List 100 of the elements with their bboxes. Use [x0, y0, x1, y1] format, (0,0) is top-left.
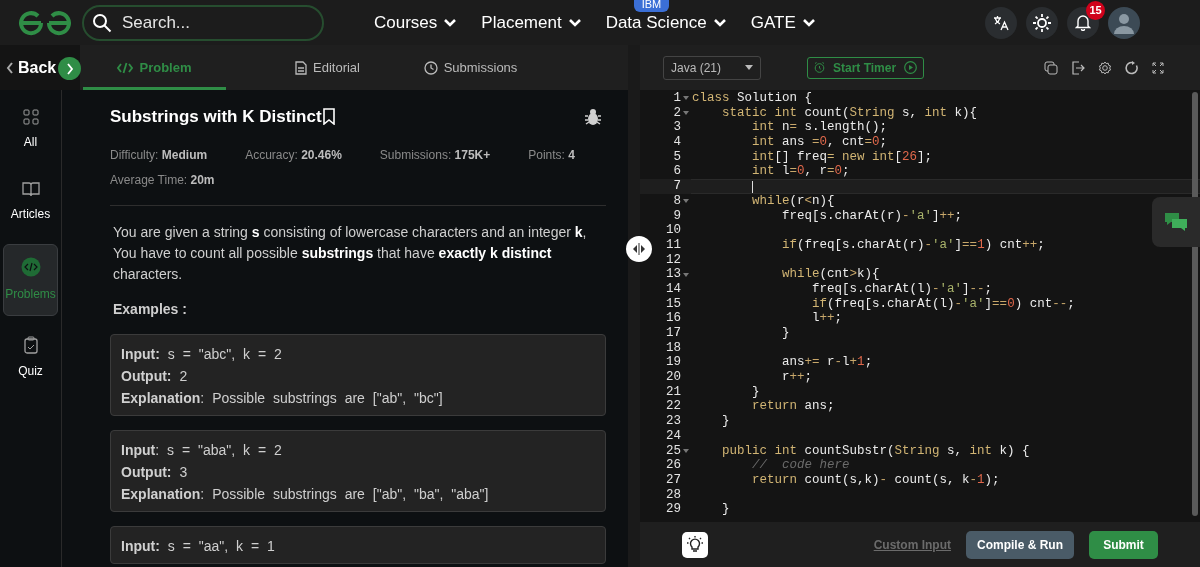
line-number: 28: [666, 487, 681, 503]
code-line: }: [781, 326, 790, 340]
code-line: while(cnt>k){: [781, 267, 880, 282]
code-line: freq[s.charAt(l)-'a']--;: [811, 281, 993, 296]
sidebar-item[interactable]: Quiz: [3, 328, 58, 388]
problem-stat: Difficulty: Medium: [110, 146, 208, 164]
code-icon: [20, 257, 41, 277]
expand-button[interactable]: [58, 57, 81, 80]
line-number: 19: [666, 355, 681, 371]
search-field[interactable]: Search...: [82, 4, 324, 41]
line-number: 29: [666, 502, 681, 517]
tab[interactable]: Submissions: [399, 45, 542, 90]
avatar[interactable]: [1108, 6, 1140, 39]
book-icon: [21, 181, 40, 197]
tab[interactable]: Editorial: [256, 45, 399, 90]
example-line: Input: s = "aba", k = 2: [121, 440, 283, 459]
line-number: 3: [673, 120, 681, 136]
lightbulb-icon: [685, 534, 705, 555]
problem-stat: Submissions: 175K+: [379, 146, 491, 164]
sun-icon: [1032, 12, 1052, 33]
problem-title: Substrings with K Distinct: [110, 106, 322, 128]
copy-icon[interactable]: [1044, 60, 1058, 75]
problem-stat: Average Time: 20m: [110, 171, 215, 189]
line-number: 9: [673, 208, 681, 224]
settings-icon[interactable]: [1098, 60, 1112, 75]
line-number: 24: [666, 428, 681, 444]
example-line: Explanation: Possible substrings are ["ab", "ba", "aba"]: [121, 484, 490, 503]
play-icon: [904, 61, 918, 74]
examples-heading: Examples :: [112, 299, 188, 319]
problem-stat: Accuracy: 20.46%: [245, 146, 342, 164]
code-line: if(freq[s.charAt(r)-'a']==1) cnt++;: [781, 237, 1045, 252]
code-line: class Solution {: [692, 91, 813, 105]
example-line: Output: 2: [121, 366, 189, 385]
code-line: public int countSubstr(String s, int k) {: [721, 443, 1030, 458]
chevron-right-icon: [65, 62, 74, 75]
fold-caret-icon[interactable]: [683, 96, 689, 101]
bookmark-icon[interactable]: [321, 108, 336, 126]
language-dropdown[interactable]: Java (21): [663, 55, 761, 80]
code-line: ans+= r-l+1;: [781, 355, 873, 370]
alarm-icon: [814, 62, 825, 73]
translate-button[interactable]: [985, 6, 1017, 39]
nav-menu-item[interactable]: GATE: [750, 9, 816, 36]
splitter-handle[interactable]: [626, 236, 652, 262]
line-number: 18: [666, 340, 681, 356]
line-number: 8: [673, 193, 681, 209]
sidebar-item[interactable]: All: [3, 100, 58, 160]
chevron-down-icon: [567, 17, 582, 28]
fold-caret-icon[interactable]: [683, 199, 689, 204]
notification-count: 15: [1086, 0, 1105, 20]
compile-run-button[interactable]: Compile & Run: [966, 530, 1074, 559]
nav-menu-item[interactable]: Placement: [481, 9, 582, 36]
submit-button[interactable]: Submit: [1089, 530, 1158, 559]
theme-toggle[interactable]: [1026, 6, 1058, 39]
line-number: 1: [673, 91, 681, 106]
example-line: Input: s = "aa", k = 1: [121, 536, 276, 555]
code-line: }: [751, 384, 760, 399]
import-icon[interactable]: [1071, 60, 1085, 75]
translate-icon: [993, 14, 1009, 31]
bug-icon[interactable]: [584, 107, 602, 126]
logo-icon[interactable]: [18, 9, 72, 36]
line-number: 4: [673, 135, 681, 150]
line-number: 23: [666, 414, 681, 429]
line-number: 25: [666, 443, 681, 459]
chat-icon: [1164, 211, 1188, 233]
code-icon: [117, 61, 134, 74]
hint-button[interactable]: [682, 531, 708, 558]
nav-badge: IBM: [633, 0, 670, 12]
fold-caret-icon[interactable]: [683, 111, 689, 116]
code-line: }: [721, 502, 730, 517]
search-icon: [92, 12, 112, 33]
start-timer-button[interactable]: Start Timer: [807, 56, 925, 79]
line-number: 22: [666, 399, 681, 415]
sidebar-item[interactable]: Articles: [3, 172, 58, 232]
line-number: 11: [666, 237, 681, 253]
reset-icon[interactable]: [1125, 60, 1139, 75]
line-number: 26: [666, 458, 681, 473]
line-number: 17: [666, 326, 681, 341]
fold-caret-icon[interactable]: [683, 272, 689, 277]
chat-button[interactable]: [1152, 197, 1200, 247]
clipboard-icon: [23, 336, 38, 354]
sidebar-item[interactable]: Problems: [3, 244, 58, 316]
grid-icon: [22, 109, 39, 125]
fullscreen-icon[interactable]: [1152, 61, 1164, 74]
code-line: if(freq[s.charAt(l)-'a']==0) cnt--;: [811, 296, 1075, 311]
code-line: static int count(String s, int k){: [721, 105, 978, 120]
line-number: 5: [673, 149, 681, 165]
line-number: 15: [666, 296, 681, 312]
nav-menu-item[interactable]: Courses: [374, 9, 458, 36]
line-number: 2: [673, 105, 681, 121]
code-line: int n= s.length();: [751, 120, 888, 135]
tab[interactable]: Problem: [83, 45, 226, 90]
code-line: l++;: [811, 311, 843, 326]
line-number: 20: [666, 370, 681, 385]
clock-icon: [423, 60, 438, 75]
code-line: int ans =0, cnt=0;: [751, 135, 888, 150]
nav-menu-item[interactable]: Data Science: [605, 9, 727, 36]
code-line: return count(s,k)- count(s, k-1);: [751, 472, 1000, 487]
chevron-down-icon: [801, 17, 816, 28]
fold-caret-icon[interactable]: [683, 448, 689, 453]
caret-icon: [745, 65, 753, 70]
